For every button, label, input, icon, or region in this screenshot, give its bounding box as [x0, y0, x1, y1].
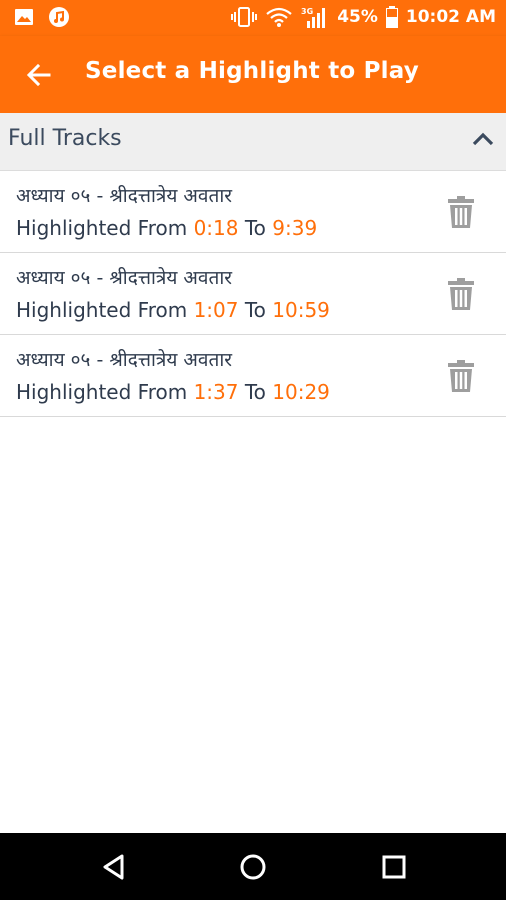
arrow-back-icon	[26, 63, 51, 87]
svg-text:3G: 3G	[301, 7, 313, 16]
range-mid: To	[238, 298, 273, 322]
notification-icons	[14, 6, 70, 28]
image-icon	[14, 7, 34, 27]
range-to: 9:39	[272, 216, 318, 240]
battery-percent: 45%	[337, 7, 378, 27]
music-icon	[48, 6, 70, 28]
nav-home-button[interactable]	[237, 851, 269, 883]
delete-button[interactable]	[447, 359, 475, 393]
system-indicators: 3G 45% 10:02 AM	[231, 5, 496, 29]
range-prefix: Highlighted From	[16, 380, 194, 404]
range-prefix: Highlighted From	[16, 298, 194, 322]
highlight-list: अध्याय ०५ - श्रीदत्तात्रेय अवतार Highlig…	[0, 171, 506, 417]
screen: 3G 45% 10:02 AM Select a Highlight to Pl…	[0, 0, 506, 900]
range-from: 1:37	[193, 380, 239, 404]
highlight-range: Highlighted From 0:18 To 9:39	[16, 216, 317, 240]
highlight-range: Highlighted From 1:07 To 10:59	[16, 298, 330, 322]
highlight-item[interactable]: अध्याय ०५ - श्रीदत्तात्रेय अवतार Highlig…	[0, 335, 506, 417]
track-name: अध्याय ०५ - श्रीदत्तात्रेय अवतार	[16, 349, 233, 371]
range-from: 1:07	[193, 298, 239, 322]
range-mid: To	[238, 216, 273, 240]
highlight-item[interactable]: अध्याय ०५ - श्रीदत्तात्रेय अवतार Highlig…	[0, 171, 506, 253]
trash-icon	[448, 278, 474, 310]
section-label: Full Tracks	[8, 126, 122, 151]
clock: 10:02 AM	[405, 7, 496, 27]
nav-recents-button[interactable]	[378, 851, 410, 883]
nav-back-button[interactable]	[98, 851, 130, 883]
range-to: 10:59	[272, 298, 330, 322]
track-name: अध्याय ०५ - श्रीदत्तात्रेय अवतार	[16, 185, 233, 207]
back-button[interactable]	[24, 60, 54, 90]
chevron-up-icon[interactable]	[472, 131, 494, 151]
range-mid: To	[238, 380, 273, 404]
trash-icon	[448, 360, 474, 392]
highlight-item[interactable]: अध्याय ०५ - श्रीदत्तात्रेय अवतार Highlig…	[0, 253, 506, 335]
battery-icon	[385, 6, 398, 28]
track-name: अध्याय ०५ - श्रीदत्तात्रेय अवतार	[16, 267, 233, 289]
app-bar: Select a Highlight to Play	[0, 36, 506, 113]
vibrate-icon	[231, 6, 258, 28]
status-bar: 3G 45% 10:02 AM	[0, 0, 506, 36]
delete-button[interactable]	[447, 195, 475, 229]
range-to: 10:29	[272, 380, 330, 404]
signal-3g-icon: 3G	[301, 5, 329, 29]
system-nav-bar	[0, 833, 506, 900]
wifi-icon	[265, 6, 293, 28]
page-title: Select a Highlight to Play	[85, 58, 419, 84]
highlight-range: Highlighted From 1:37 To 10:29	[16, 380, 330, 404]
full-tracks-header[interactable]: Full Tracks	[0, 113, 506, 171]
recents-square-icon	[382, 855, 406, 879]
trash-icon	[448, 196, 474, 228]
range-from: 0:18	[193, 216, 239, 240]
range-prefix: Highlighted From	[16, 216, 194, 240]
back-triangle-icon	[103, 854, 124, 880]
home-circle-icon	[240, 854, 266, 880]
delete-button[interactable]	[447, 277, 475, 311]
